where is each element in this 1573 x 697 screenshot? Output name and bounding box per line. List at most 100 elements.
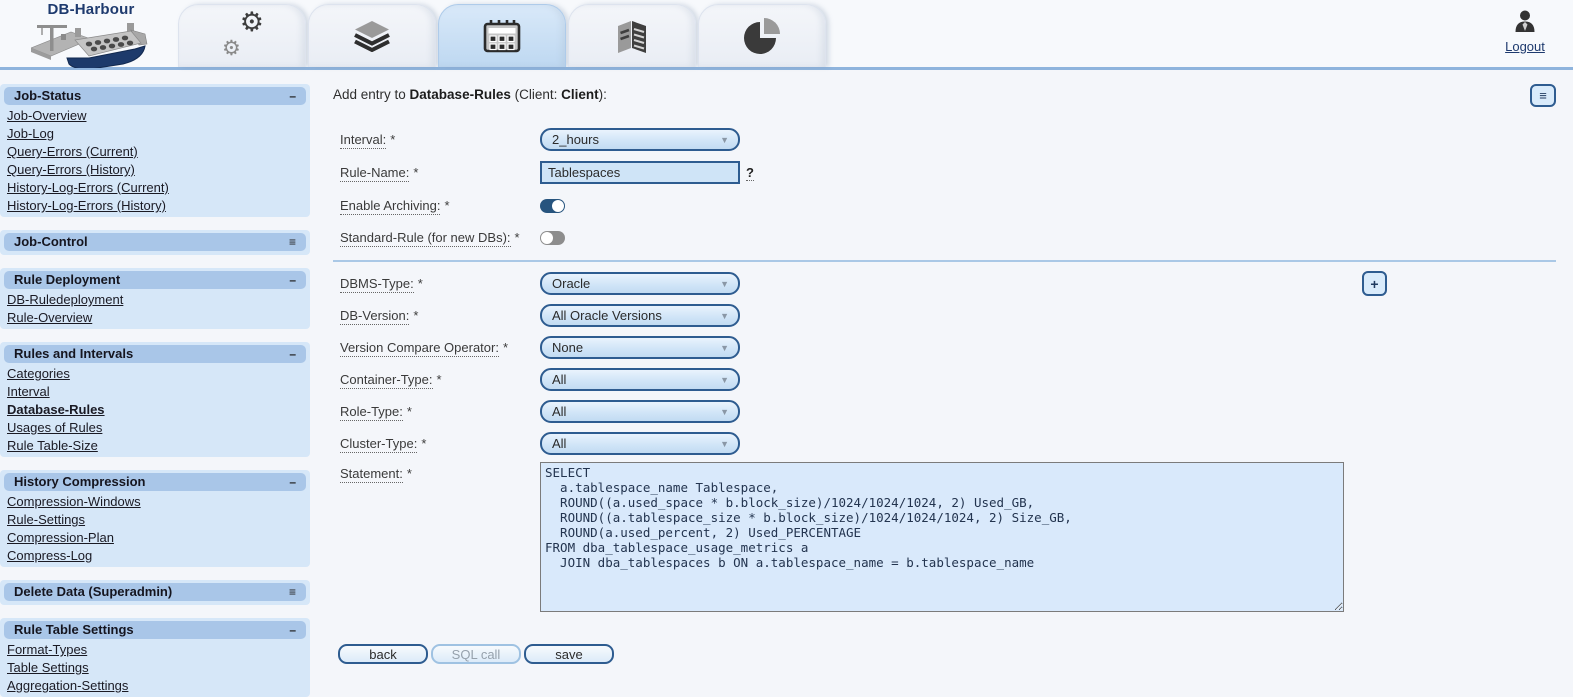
form-row-version-compare: Version Compare Operator: * None ▼ [340, 336, 740, 359]
form-row-interval: Interval: * 2_hours ▼ [340, 128, 740, 151]
rule-name-help[interactable]: ? [746, 165, 754, 181]
sidebar-item-table-settings[interactable]: Table Settings [7, 660, 89, 675]
sidebar-item-database-rules[interactable]: Database-Rules [7, 402, 105, 417]
cluster-type-selected-value: All [552, 436, 567, 451]
sidebar-item-query-errors-history[interactable]: Query-Errors (History) [7, 162, 135, 177]
form-row-db-version: DB-Version: * All Oracle Versions ▼ [340, 304, 740, 327]
report-icon [618, 21, 646, 53]
rule-name-input[interactable] [540, 161, 740, 184]
form-row-container-type: Container-Type: * All ▼ [340, 368, 740, 391]
section-header-delete-data[interactable]: Delete Data (Superadmin) ≡ [4, 583, 306, 601]
version-compare-select[interactable]: None ▼ [540, 336, 740, 359]
app-logo-text: DB-Harbour [47, 1, 135, 18]
sidebar-item-history-log-errors-current[interactable]: History-Log-Errors (Current) [7, 180, 169, 195]
list-item: Usages of Rules [0, 419, 310, 437]
sidebar-item-rule-table-size[interactable]: Rule Table-Size [7, 438, 98, 453]
pie-chart-icon [744, 18, 780, 54]
enable-archiving-label: Enable Archiving: * [340, 198, 450, 215]
logout-block: Logout [1495, 10, 1555, 54]
tab-layers[interactable] [308, 4, 436, 67]
dbms-type-select[interactable]: Oracle ▼ [540, 272, 740, 295]
standard-rule-toggle[interactable] [540, 230, 565, 245]
collapse-icon[interactable]: – [289, 623, 296, 637]
role-type-select[interactable]: All ▼ [540, 400, 740, 423]
sidebar-section-rule-table-settings: Rule Table Settings – Format-Types Table… [0, 618, 310, 697]
sidebar-item-history-log-errors-history[interactable]: History-Log-Errors (History) [7, 198, 166, 213]
sidebar-item-job-overview[interactable]: Job-Overview [7, 108, 86, 123]
sidebar-item-interval[interactable]: Interval [7, 384, 50, 399]
list-item: Compress-Log [0, 547, 310, 565]
app-logo: DB-Harbour [25, 1, 157, 73]
interval-select[interactable]: 2_hours ▼ [540, 128, 740, 151]
collapse-icon[interactable]: – [289, 475, 296, 489]
tab-schedules[interactable] [438, 4, 566, 67]
cluster-type-select[interactable]: All ▼ [540, 432, 740, 455]
tab-reports[interactable] [568, 4, 696, 67]
plus-icon: + [1370, 275, 1379, 292]
sidebar-section-job-status: Job-Status – Job-Overview Job-Log Query-… [0, 84, 310, 217]
section-header-rule-deployment[interactable]: Rule Deployment – [4, 271, 306, 289]
sidebar-item-compression-plan[interactable]: Compression-Plan [7, 530, 114, 545]
section-divider [333, 260, 1556, 262]
back-button[interactable]: back [338, 644, 428, 664]
sidebar-item-db-ruledeployment[interactable]: DB-Ruledeployment [7, 292, 123, 307]
save-button[interactable]: save [524, 644, 614, 664]
list-item: History-Log-Errors (History) [0, 197, 310, 215]
harbour-ship-icon [30, 23, 148, 70]
section-header-job-status[interactable]: Job-Status – [4, 87, 306, 105]
user-icon [1515, 10, 1535, 32]
sql-call-button[interactable]: SQL call [431, 644, 521, 664]
section-header-job-control[interactable]: Job-Control ≡ [4, 233, 306, 251]
form-row-rule-name: Rule-Name:* ? [340, 161, 754, 184]
chevron-down-icon: ▼ [720, 278, 729, 289]
sidebar-item-query-errors-current[interactable]: Query-Errors (Current) [7, 144, 138, 159]
list-item: Format-Types [0, 641, 310, 659]
section-header-rule-table-settings[interactable]: Rule Table Settings – [4, 621, 306, 639]
statement-textarea[interactable]: SELECT a.tablespace_name Tablespace, ROU… [540, 462, 1344, 612]
enable-archiving-toggle[interactable] [540, 198, 565, 213]
sidebar-item-compression-windows[interactable]: Compression-Windows [7, 494, 141, 509]
sidebar-item-rule-overview[interactable]: Rule-Overview [7, 310, 92, 325]
logout-link[interactable]: Logout [1495, 39, 1555, 54]
list-item: Aggregation-Settings [0, 677, 310, 695]
list-item: Interval [0, 383, 310, 401]
collapse-icon[interactable]: – [289, 273, 296, 287]
main-nav-tabs: ⚙ ⚙ [178, 4, 828, 67]
chevron-down-icon: ▼ [720, 310, 729, 321]
tab-settings[interactable]: ⚙ ⚙ [178, 4, 306, 67]
list-item: Job-Log [0, 125, 310, 143]
sidebar-item-format-types[interactable]: Format-Types [7, 642, 87, 657]
container-type-select[interactable]: All ▼ [540, 368, 740, 391]
expand-icon[interactable]: ≡ [289, 585, 296, 599]
section-header-rules-and-intervals[interactable]: Rules and Intervals – [4, 345, 306, 363]
db-version-select[interactable]: All Oracle Versions ▼ [540, 304, 740, 327]
sidebar-item-rule-settings[interactable]: Rule-Settings [7, 512, 85, 527]
section-header-history-compression[interactable]: History Compression – [4, 473, 306, 491]
form-row-cluster-type: Cluster-Type: * All ▼ [340, 432, 740, 455]
sidebar-section-rule-deployment: Rule Deployment – DB-Ruledeployment Rule… [0, 268, 310, 329]
collapse-icon[interactable]: – [289, 89, 296, 103]
chevron-down-icon: ▼ [720, 438, 729, 449]
toggle-knob [541, 231, 553, 244]
list-item: Query-Errors (Current) [0, 143, 310, 161]
list-item: Compression-Plan [0, 529, 310, 547]
list-item: Rule-Settings [0, 511, 310, 529]
add-dbms-block-button[interactable]: + [1362, 271, 1387, 296]
statement-label: Statement: * [340, 466, 412, 483]
role-type-label: Role-Type: * [340, 404, 412, 421]
sidebar-item-job-log[interactable]: Job-Log [7, 126, 54, 141]
tab-statistics[interactable] [698, 4, 826, 67]
sidebar-item-compress-log[interactable]: Compress-Log [7, 548, 92, 563]
standard-rule-label: Standard-Rule (for new DBs): * [340, 230, 520, 247]
sidebar-item-aggregation-settings[interactable]: Aggregation-Settings [7, 678, 128, 693]
sidebar-item-categories[interactable]: Categories [7, 366, 70, 381]
options-menu-button[interactable]: ≡ [1530, 84, 1556, 107]
chevron-down-icon: ▼ [720, 374, 729, 385]
dbms-type-selected-value: Oracle [552, 276, 591, 291]
collapse-icon[interactable]: – [289, 347, 296, 361]
expand-icon[interactable]: ≡ [289, 235, 296, 249]
gears-icon: ⚙ ⚙ [222, 7, 264, 60]
list-item: Table Settings [0, 659, 310, 677]
chevron-down-icon: ▼ [720, 134, 729, 145]
sidebar-item-usages-of-rules[interactable]: Usages of Rules [7, 420, 102, 435]
